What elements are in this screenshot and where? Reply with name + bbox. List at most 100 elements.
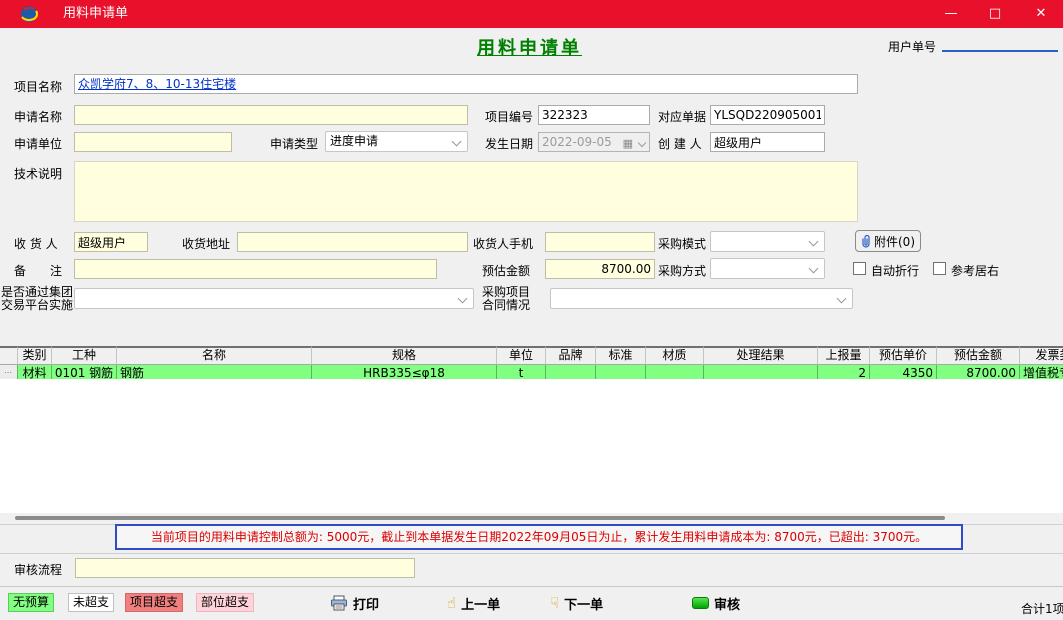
col-header-work-type[interactable]: 工种 <box>52 346 117 365</box>
attachment-button[interactable]: 附件(0) <box>855 230 921 252</box>
contract-select[interactable] <box>550 288 853 309</box>
legend-not-over: 未超支 <box>68 593 114 612</box>
chevron-down-icon <box>809 237 819 247</box>
date-picker[interactable]: 2022-09-05 ▦ <box>538 132 650 152</box>
separator-line <box>0 586 1063 587</box>
auto-wrap-label: 自动折行 <box>871 262 919 279</box>
audit-flow-input[interactable] <box>75 558 415 578</box>
apply-name-input[interactable] <box>74 105 468 125</box>
horizontal-scrollbar[interactable] <box>15 516 945 520</box>
platform-select[interactable] <box>74 288 474 309</box>
est-amount-input[interactable] <box>545 259 655 279</box>
audit-green-icon <box>692 597 709 609</box>
creator-input[interactable] <box>710 132 825 152</box>
prev-doc-label: 上一单 <box>461 594 500 613</box>
address-input[interactable] <box>237 232 468 252</box>
tech-note-textarea[interactable] <box>74 161 858 222</box>
phone-input[interactable] <box>545 232 655 252</box>
material-request-window: 用料申请单 — □ ✕ 用料申请单 用户单号 项目名称 众凯学府7、8、10-1… <box>0 0 1063 620</box>
phone-label: 收货人手机 <box>473 235 533 252</box>
purchase-way-select[interactable] <box>710 258 825 279</box>
attachment-label: 附件(0) <box>874 233 915 250</box>
col-header-qty[interactable]: 上报量 <box>818 346 870 365</box>
project-name-link[interactable]: 众凯学府7、8、10-13住宅楼 <box>78 77 236 91</box>
title-bar: 用料申请单 — □ ✕ <box>0 0 1063 28</box>
purchase-way-label: 采购方式 <box>658 262 706 279</box>
paperclip-icon <box>861 235 871 248</box>
creator-label: 创 建 人 <box>658 135 702 152</box>
project-no-input[interactable] <box>538 105 650 125</box>
close-button[interactable]: ✕ <box>1019 0 1063 28</box>
chevron-down-icon <box>458 294 468 304</box>
project-no-label: 项目编号 <box>485 108 533 125</box>
apply-name-label: 申请名称 <box>14 108 62 125</box>
col-header-material[interactable]: 材质 <box>646 346 704 365</box>
window-title: 用料申请单 <box>63 0 128 28</box>
audit-button[interactable]: 审核 <box>692 592 740 614</box>
project-name-label: 项目名称 <box>14 78 62 95</box>
col-header-invoice[interactable]: 发票类型 <box>1020 346 1063 365</box>
ref-right-checkbox[interactable] <box>933 262 946 275</box>
budget-warning-banner: 当前项目的用料申请控制总额为: 5000元，截止到本单据发生日期2022年09月… <box>115 524 963 550</box>
apply-type-value: 进度申请 <box>330 134 378 148</box>
ref-right-label: 参考居右 <box>951 262 999 279</box>
next-doc-label: 下一单 <box>564 594 603 613</box>
col-header-unit[interactable]: 单位 <box>497 346 546 365</box>
purchase-mode-select[interactable] <box>710 231 825 252</box>
maximize-button[interactable]: □ <box>973 0 1017 28</box>
col-header-name[interactable]: 名称 <box>117 346 312 365</box>
ref-doc-input[interactable] <box>710 105 825 125</box>
col-header-brand[interactable]: 品牌 <box>546 346 596 365</box>
receiver-input[interactable] <box>74 232 148 252</box>
user-no-label: 用户单号 <box>888 38 936 55</box>
chevron-down-icon <box>452 137 462 147</box>
app-icon <box>20 5 38 23</box>
col-header-category[interactable]: 类别 <box>18 346 52 365</box>
print-button[interactable]: 打印 <box>330 592 379 614</box>
project-name-field: 众凯学府7、8、10-13住宅楼 <box>74 74 858 94</box>
user-no-input[interactable] <box>942 32 1058 52</box>
auto-wrap-checkbox[interactable] <box>853 262 866 275</box>
audit-label: 审核 <box>714 594 740 613</box>
minimize-button[interactable]: — <box>929 0 973 28</box>
col-header-spec[interactable]: 规格 <box>312 346 497 365</box>
apply-unit-input[interactable] <box>74 132 232 152</box>
audit-flow-label: 审核流程 <box>14 561 62 578</box>
calendar-icon: ▦ <box>623 135 633 153</box>
chevron-down-icon <box>809 264 819 274</box>
table-empty-area <box>0 379 1063 513</box>
separator-line <box>0 553 1063 554</box>
est-amount-label: 预估金额 <box>482 262 530 279</box>
printer-icon <box>330 595 348 611</box>
detail-table: 类别 工种 名称 规格 单位 品牌 标准 材质 处理结果 上报量 预估单价 预估… <box>0 346 1063 382</box>
address-label: 收货地址 <box>182 235 230 252</box>
apply-unit-label: 申请单位 <box>14 135 62 152</box>
col-header-unit-price[interactable]: 预估单价 <box>870 346 937 365</box>
remark-label: 备 注 <box>14 262 62 279</box>
remark-input[interactable] <box>74 259 437 279</box>
total-count: 合计1项 <box>1021 600 1063 617</box>
purchase-mode-label: 采购模式 <box>658 235 706 252</box>
prev-doc-button[interactable]: ☝ 上一单 <box>447 592 500 614</box>
legend-project-over: 项目超支 <box>125 593 183 612</box>
col-header-result[interactable]: 处理结果 <box>704 346 818 365</box>
print-label: 打印 <box>353 594 379 613</box>
apply-type-select[interactable]: 进度申请 <box>325 131 468 152</box>
contract-label: 采购项目 合同情况 <box>482 286 530 312</box>
col-header-amount[interactable]: 预估金额 <box>937 346 1020 365</box>
chevron-down-icon <box>837 294 847 304</box>
ref-doc-label: 对应单据 <box>658 108 706 125</box>
date-label: 发生日期 <box>485 135 533 152</box>
col-header-selector <box>0 346 18 365</box>
hand-down-icon: ☟ <box>550 594 559 612</box>
apply-type-label: 申请类型 <box>270 135 318 152</box>
chevron-down-icon <box>638 139 646 147</box>
next-doc-button[interactable]: ☟ 下一单 <box>550 592 603 614</box>
receiver-label: 收 货 人 <box>14 235 58 252</box>
date-value: 2022-09-05 <box>542 135 612 149</box>
col-header-standard[interactable]: 标准 <box>596 346 646 365</box>
hand-up-icon: ☝ <box>447 594 456 612</box>
legend-no-budget: 无预算 <box>8 593 54 612</box>
tech-note-label: 技术说明 <box>14 165 62 182</box>
platform-label: 是否通过集团 交易平台实施 <box>1 286 73 312</box>
